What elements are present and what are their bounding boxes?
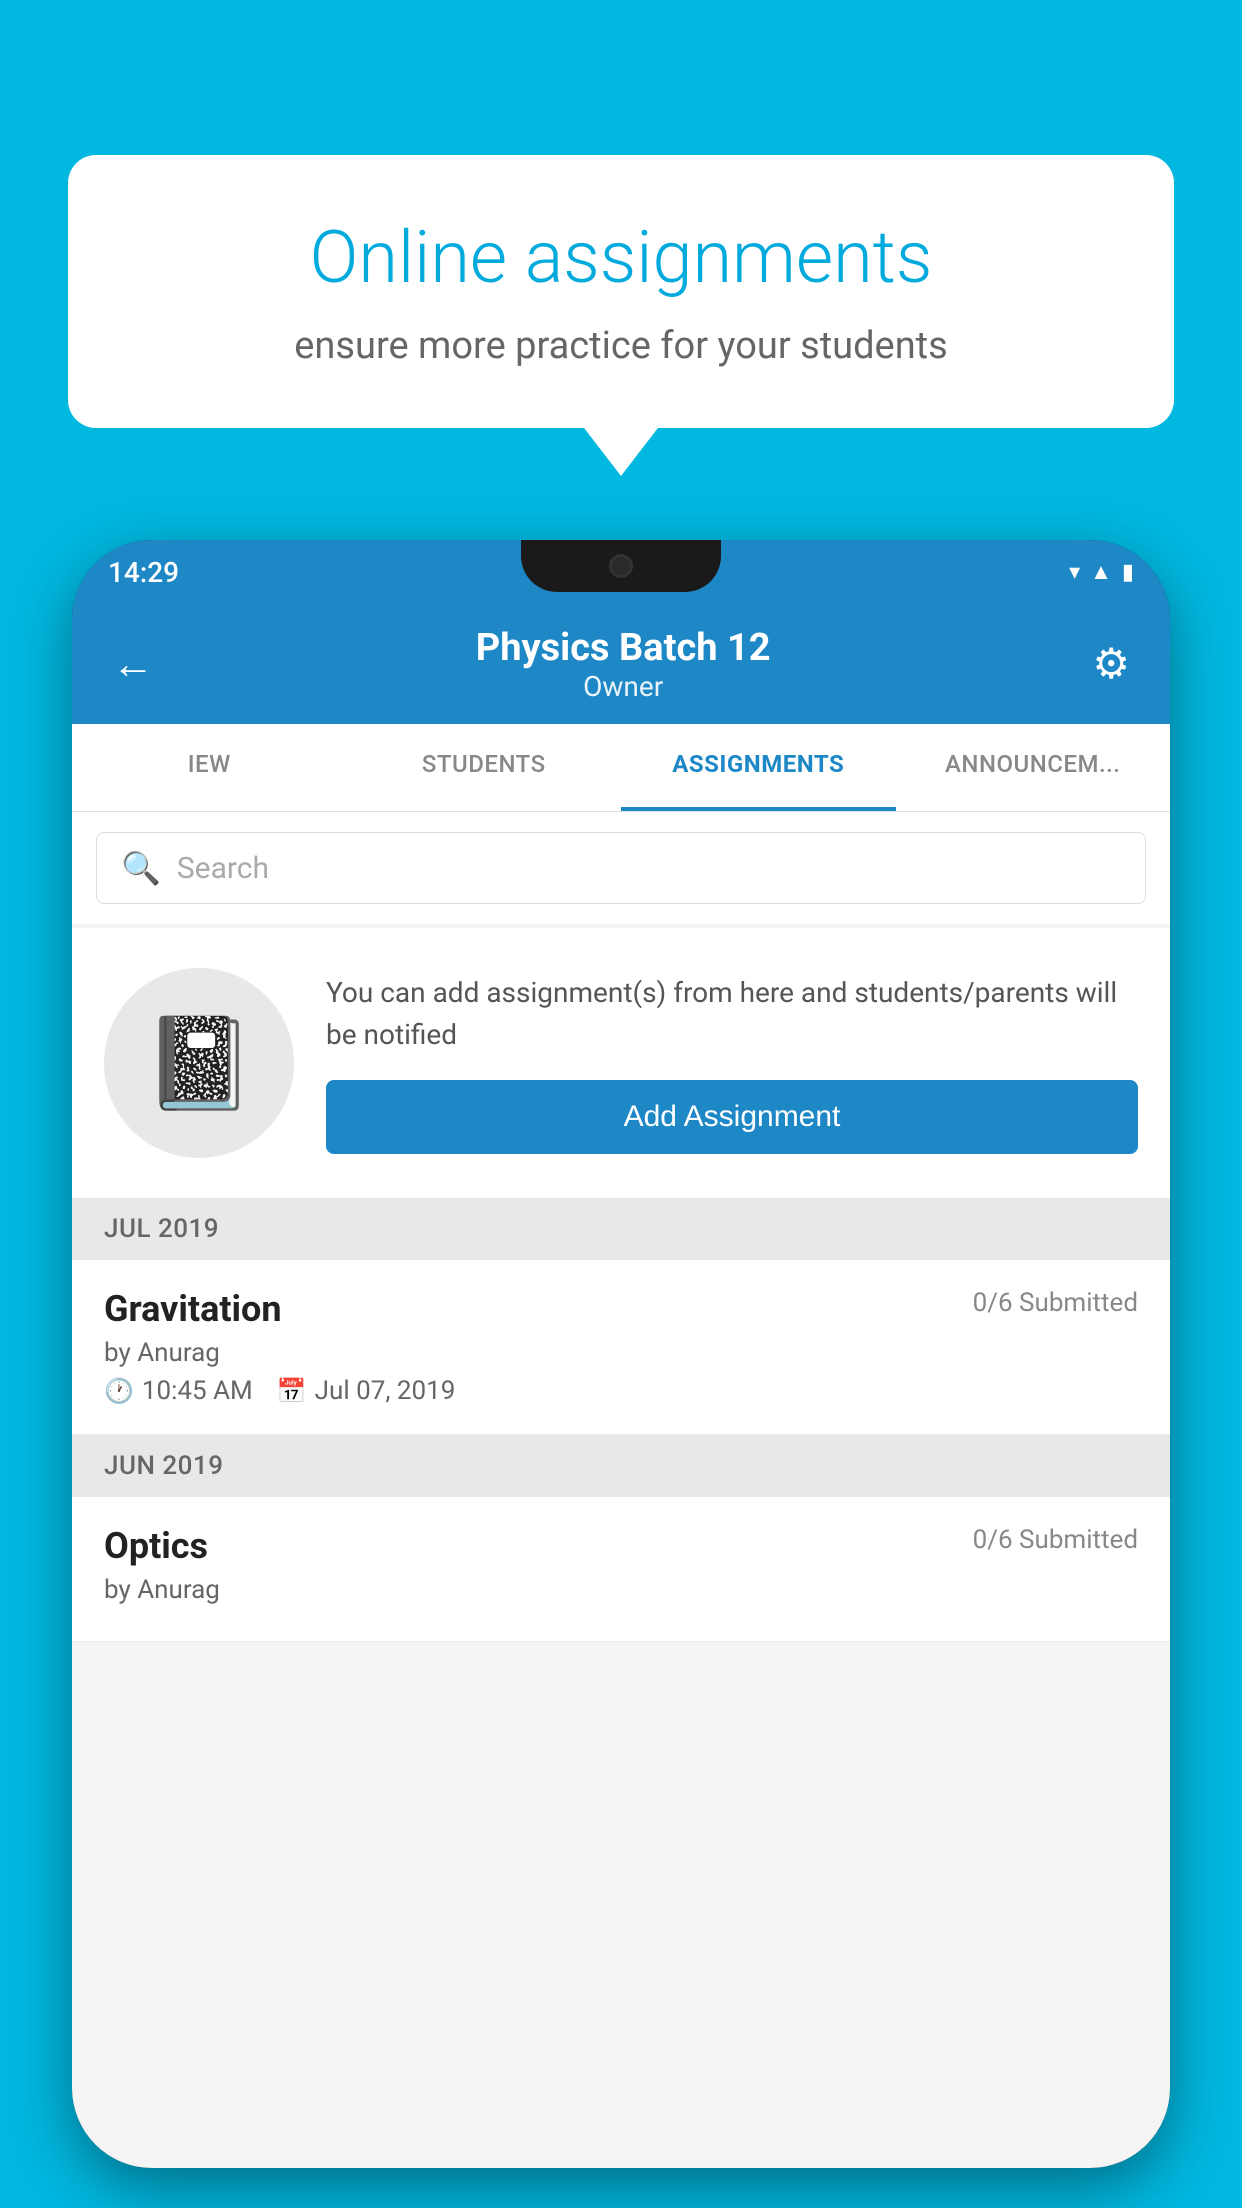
signal-icon: ▲ bbox=[1090, 559, 1112, 585]
assignment-submitted-optics: 0/6 Submitted bbox=[973, 1525, 1138, 1555]
assignment-name-gravitation: Gravitation bbox=[104, 1288, 282, 1330]
assignment-meta-gravitation: 🕐 10:45 AM 📅 Jul 07, 2019 bbox=[104, 1376, 1138, 1406]
battery-icon: ▮ bbox=[1122, 560, 1134, 585]
empty-state-text: You can add assignment(s) from here and … bbox=[326, 972, 1138, 1154]
search-bar-container: 🔍 Search bbox=[72, 812, 1170, 924]
phone-notch bbox=[521, 540, 721, 592]
phone-container: 14:29 ▾ ▲ ▮ ← Physics Batch 12 Owner ⚙ I… bbox=[72, 540, 1170, 2168]
tab-students[interactable]: STUDENTS bbox=[347, 724, 622, 811]
assignment-date-gravitation: 📅 Jul 07, 2019 bbox=[277, 1376, 456, 1406]
assignment-name-optics: Optics bbox=[104, 1525, 208, 1567]
front-camera bbox=[609, 554, 633, 578]
speech-bubble-container: Online assignments ensure more practice … bbox=[68, 155, 1174, 428]
assignment-author-gravitation: by Anurag bbox=[104, 1338, 1138, 1368]
app-bar-title-container: Physics Batch 12 Owner bbox=[476, 626, 771, 703]
status-time: 14:29 bbox=[108, 556, 179, 589]
app-bar-title: Physics Batch 12 bbox=[476, 626, 771, 670]
assignment-row1-optics: Optics 0/6 Submitted bbox=[104, 1525, 1138, 1567]
notebook-icon: 📓 bbox=[143, 1011, 255, 1116]
assignment-row1: Gravitation 0/6 Submitted bbox=[104, 1288, 1138, 1330]
tab-announcements[interactable]: ANNOUNCEM... bbox=[896, 724, 1171, 811]
tab-assignments[interactable]: ASSIGNMENTS bbox=[621, 724, 896, 811]
app-bar-subtitle: Owner bbox=[476, 670, 771, 703]
assignment-author-optics: by Anurag bbox=[104, 1575, 1138, 1605]
search-icon: 🔍 bbox=[121, 849, 161, 887]
status-icons: ▾ ▲ ▮ bbox=[1069, 559, 1134, 585]
speech-bubble-subtitle: ensure more practice for your students bbox=[138, 324, 1104, 368]
speech-bubble-title: Online assignments bbox=[138, 215, 1104, 300]
empty-state: 📓 You can add assignment(s) from here an… bbox=[72, 928, 1170, 1198]
tab-iew[interactable]: IEW bbox=[72, 724, 347, 811]
wifi-icon: ▾ bbox=[1069, 560, 1080, 585]
app-bar: ← Physics Batch 12 Owner ⚙ bbox=[72, 604, 1170, 724]
search-bar[interactable]: 🔍 Search bbox=[96, 832, 1146, 904]
phone-screen: 🔍 Search 📓 You can add assignment(s) fro… bbox=[72, 812, 1170, 2168]
section-header-jul: JUL 2019 bbox=[72, 1198, 1170, 1260]
add-assignment-button[interactable]: Add Assignment bbox=[326, 1080, 1138, 1154]
back-button[interactable]: ← bbox=[112, 640, 154, 689]
tabs-bar: IEW STUDENTS ASSIGNMENTS ANNOUNCEM... bbox=[72, 724, 1170, 812]
assignment-time-gravitation: 🕐 10:45 AM bbox=[104, 1376, 253, 1406]
settings-icon[interactable]: ⚙ bbox=[1092, 639, 1130, 689]
speech-bubble: Online assignments ensure more practice … bbox=[68, 155, 1174, 428]
section-header-jun: JUN 2019 bbox=[72, 1435, 1170, 1497]
empty-state-description: You can add assignment(s) from here and … bbox=[326, 972, 1138, 1056]
assignment-submitted-gravitation: 0/6 Submitted bbox=[973, 1288, 1138, 1318]
search-placeholder: Search bbox=[177, 851, 269, 886]
assignment-item-optics[interactable]: Optics 0/6 Submitted by Anurag bbox=[72, 1497, 1170, 1642]
clock-icon: 🕐 bbox=[104, 1377, 134, 1405]
calendar-icon: 📅 bbox=[277, 1377, 307, 1405]
empty-state-icon-circle: 📓 bbox=[104, 968, 294, 1158]
assignment-item-gravitation[interactable]: Gravitation 0/6 Submitted by Anurag 🕐 10… bbox=[72, 1260, 1170, 1435]
phone-frame: 14:29 ▾ ▲ ▮ ← Physics Batch 12 Owner ⚙ I… bbox=[72, 540, 1170, 2168]
